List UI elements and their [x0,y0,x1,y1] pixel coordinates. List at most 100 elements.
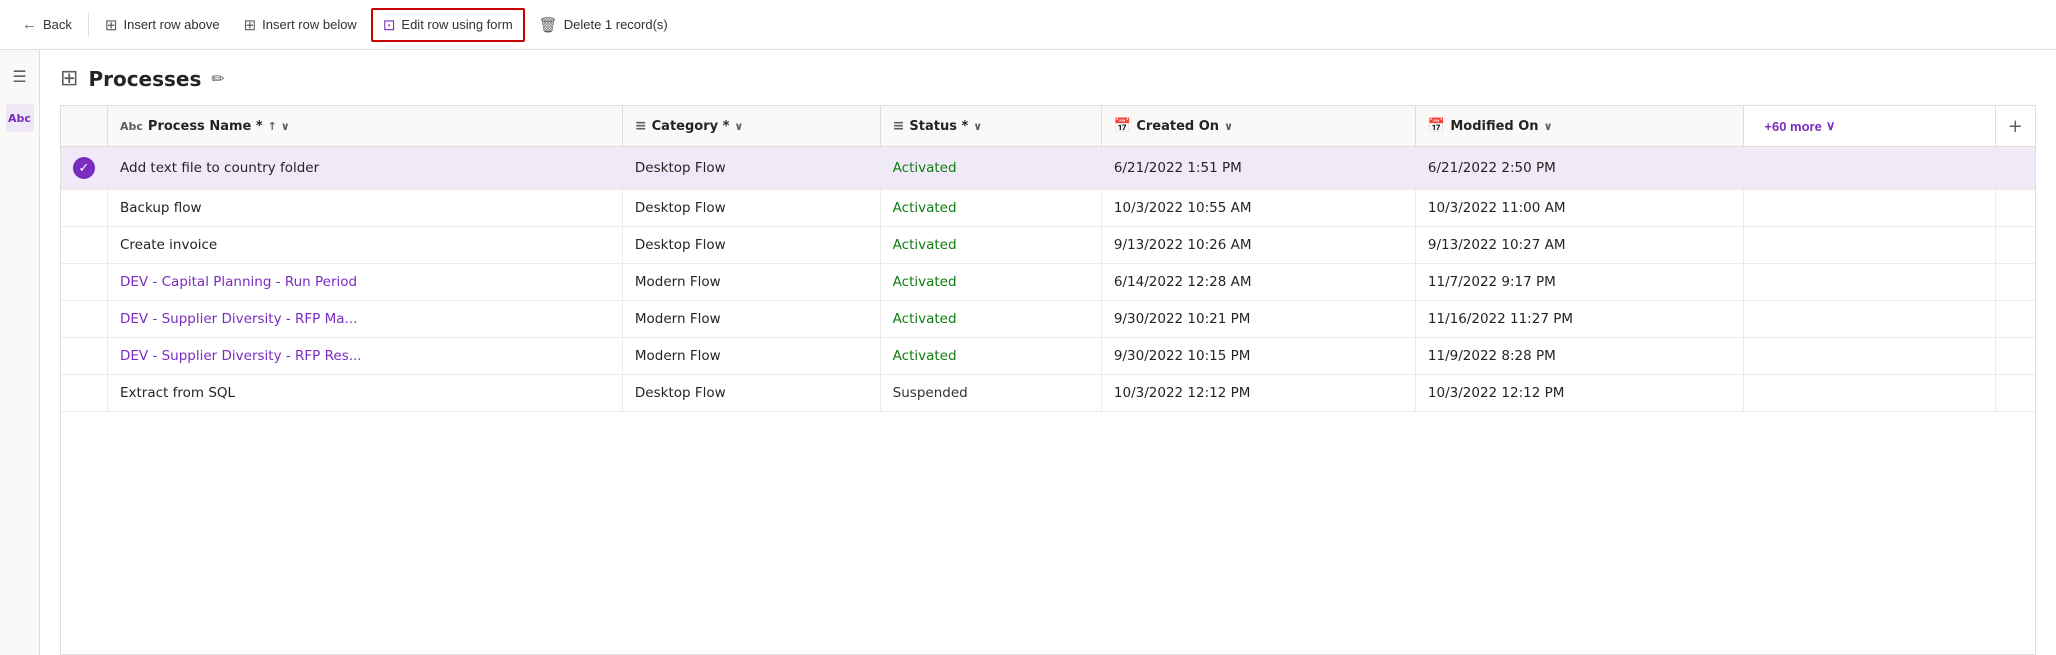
row-more-cols [1744,227,1995,264]
row-category: Modern Flow [622,301,880,338]
back-button[interactable]: ← Back [12,10,82,39]
more-columns-chevron: ∨ [1826,118,1836,134]
back-label: Back [43,17,72,32]
table-row[interactable]: DEV - Supplier Diversity - RFP Res...Mod… [61,338,2035,375]
th-modified-on-label: Modified On [1450,119,1538,134]
row-process-name: Add text file to country folder [108,147,623,190]
row-process-name: Backup flow [108,190,623,227]
row-modified-on: 10/3/2022 11:00 AM [1415,190,1743,227]
created-on-col-icon: 📅 [1114,118,1131,134]
table-row[interactable]: DEV - Supplier Diversity - RFP Ma... Mode… [61,301,2035,338]
content-area: ⊞ Processes ✏ Abc Process Name * ↑ ∨ [40,50,2056,655]
th-modified-on[interactable]: 📅 Modified On ∨ [1415,106,1743,147]
row-add-col [1995,301,2035,338]
row-add-col [1995,227,2035,264]
row-checkbox-cell[interactable] [61,301,108,338]
row-checkbox-cell[interactable] [61,190,108,227]
delete-icon: 🗑 [539,16,558,34]
th-created-on-label: Created On [1136,119,1219,134]
insert-below-label: Insert row below [262,17,357,32]
row-process-name: DEV - Supplier Diversity - RFP Res... [108,338,623,375]
th-status-label: Status * [909,119,968,134]
processes-table: Abc Process Name * ↑ ∨ ≡ Category * ∨ [61,106,2035,412]
insert-above-icon: ⊞ [105,16,118,34]
row-checkbox-cell[interactable] [61,375,108,412]
insert-below-icon: ⊞ [244,16,257,34]
row-created-on: 9/13/2022 10:26 AM [1101,227,1415,264]
insert-row-above-button[interactable]: ⊞ Insert row above [95,10,230,40]
category-col-icon: ≡ [635,118,647,134]
main-layout: ☰ Abc ⊞ Processes ✏ Abc Process Name * [0,50,2056,655]
row-status: Activated [880,264,1101,301]
status-sort-icon: ∨ [973,120,982,133]
row-checkbox-cell[interactable] [61,338,108,375]
edit-row-form-button[interactable]: ⊡ Edit row using form [371,8,525,42]
modified-on-col-icon: 📅 [1428,118,1445,134]
process-name-sort-icon: ↑ ∨ [268,120,290,133]
more-columns-button[interactable]: +60 more ∨ [1756,114,1843,138]
th-more-cols[interactable]: +60 more ∨ [1744,106,1995,147]
processes-table-icon: ⊞ [60,66,78,91]
row-created-on: 9/30/2022 10:21 PM [1101,301,1415,338]
th-created-on[interactable]: 📅 Created On ∨ [1101,106,1415,147]
row-add-col [1995,338,2035,375]
row-status: Activated [880,147,1101,190]
row-add-col [1995,375,2035,412]
insert-row-below-button[interactable]: ⊞ Insert row below [234,10,367,40]
row-modified-on: 11/9/2022 8:28 PM [1415,338,1743,375]
row-more-cols [1744,147,1995,190]
th-category-label: Category * [652,119,730,134]
abc-icon[interactable]: Abc [6,104,34,132]
th-add-col[interactable]: + [1995,106,2035,147]
table-row[interactable]: Create invoiceDesktop FlowActivated9/13/… [61,227,2035,264]
status-col-icon: ≡ [893,118,905,134]
row-modified-on: 10/3/2022 12:12 PM [1415,375,1743,412]
row-modified-on: 11/16/2022 11:27 PM [1415,301,1743,338]
th-process-name[interactable]: Abc Process Name * ↑ ∨ [108,106,623,147]
row-category: Desktop Flow [622,147,880,190]
th-checkbox [61,106,108,147]
edit-title-icon[interactable]: ✏ [211,69,224,88]
left-sidebar: ☰ Abc [0,50,40,655]
menu-icon[interactable]: ☰ [6,62,34,90]
table-row[interactable]: Backup flowDesktop FlowActivated10/3/202… [61,190,2035,227]
process-name-col-icon: Abc [120,120,143,133]
process-name-link[interactable]: DEV - Supplier Diversity - RFP Res... [120,348,362,364]
category-sort-icon: ∨ [734,120,743,133]
row-checkbox-cell[interactable] [61,264,108,301]
process-name-link[interactable]: DEV - Supplier Diversity - RFP Ma... [120,311,357,327]
row-add-col [1995,264,2035,301]
page-header: ⊞ Processes ✏ [60,66,2036,91]
more-columns-label: +60 more [1764,119,1821,134]
edit-form-icon: ⊡ [383,16,396,34]
row-process-name: Extract from SQL [108,375,623,412]
row-process-name: Create invoice [108,227,623,264]
row-process-name: DEV - Supplier Diversity - RFP Ma... [108,301,623,338]
row-add-col [1995,190,2035,227]
table-row[interactable]: ✓Add text file to country folderDesktop … [61,147,2035,190]
add-column-icon[interactable]: + [2008,116,2023,137]
toolbar: ← Back ⊞ Insert row above ⊞ Insert row b… [0,0,2056,50]
row-status: Activated [880,227,1101,264]
table-row[interactable]: Extract from SQLDesktop FlowSuspended10/… [61,375,2035,412]
th-status[interactable]: ≡ Status * ∨ [880,106,1101,147]
th-category[interactable]: ≡ Category * ∨ [622,106,880,147]
row-category: Desktop Flow [622,227,880,264]
row-checkbox-cell[interactable]: ✓ [61,147,108,190]
row-status: Activated [880,338,1101,375]
row-checkbox-cell[interactable] [61,227,108,264]
process-name-link[interactable]: DEV - Capital Planning - Run Period [120,274,357,290]
table-body: ✓Add text file to country folderDesktop … [61,147,2035,412]
processes-table-container: Abc Process Name * ↑ ∨ ≡ Category * ∨ [60,105,2036,655]
row-created-on: 10/3/2022 12:12 PM [1101,375,1415,412]
row-category: Modern Flow [622,264,880,301]
row-add-col [1995,147,2035,190]
delete-record-button[interactable]: 🗑 Delete 1 record(s) [529,10,678,40]
row-category: Desktop Flow [622,375,880,412]
row-created-on: 9/30/2022 10:15 PM [1101,338,1415,375]
row-created-on: 10/3/2022 10:55 AM [1101,190,1415,227]
row-modified-on: 9/13/2022 10:27 AM [1415,227,1743,264]
row-created-on: 6/21/2022 1:51 PM [1101,147,1415,190]
row-more-cols [1744,190,1995,227]
table-row[interactable]: DEV - Capital Planning - Run Period Moder… [61,264,2035,301]
